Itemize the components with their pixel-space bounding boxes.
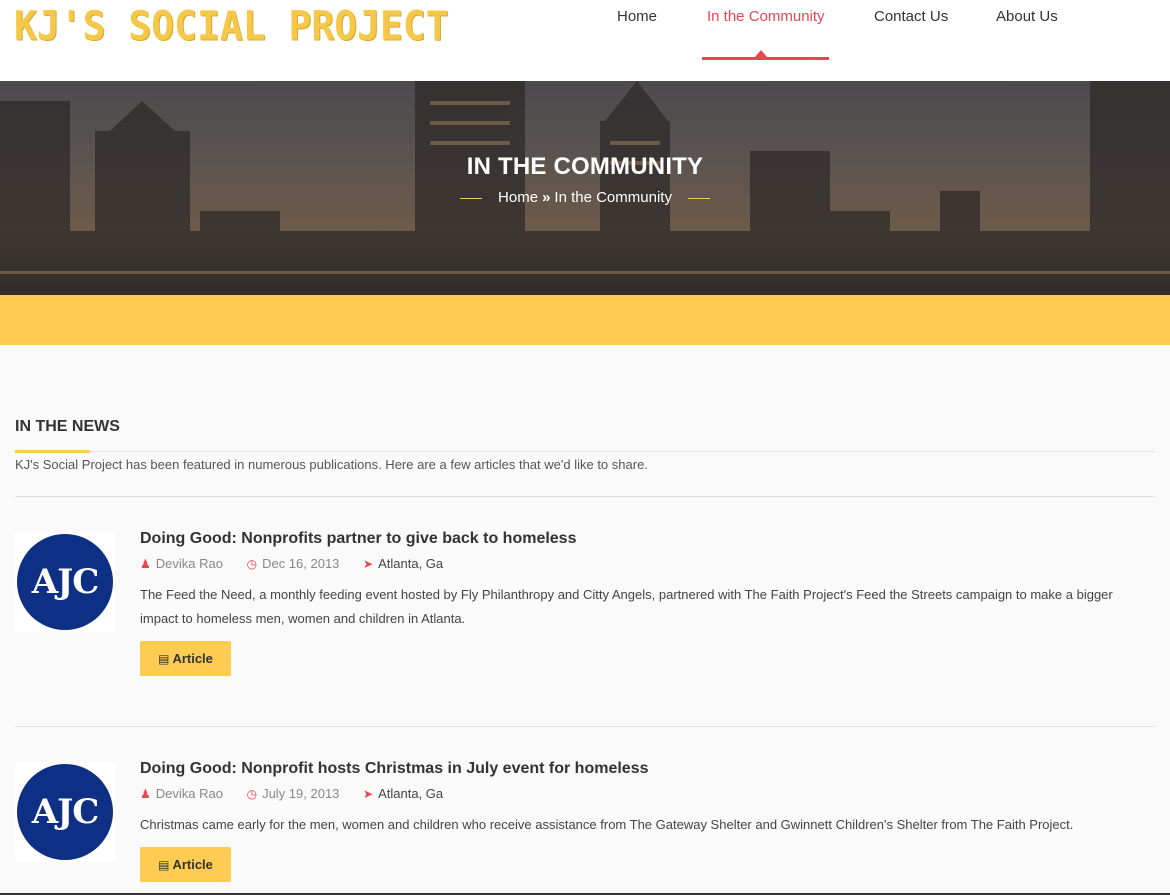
location-arrow-icon: ➤ (363, 787, 374, 801)
article-date: ◷ Dec 16, 2013 (247, 556, 340, 571)
article-item: AJC Doing Good: Nonprofits partner to gi… (15, 530, 1155, 680)
newspaper-icon: ▤ (158, 652, 170, 666)
page-title: IN THE COMMUNITY (466, 153, 704, 180)
location-arrow-icon: ➤ (363, 557, 374, 571)
section-title-accent (15, 450, 90, 453)
article-author: ♟ Devika Rao (140, 786, 223, 801)
breadcrumb-separator-icon: » (542, 189, 551, 206)
breadcrumb-current: In the Community (554, 189, 672, 206)
article-meta: ♟ Devika Rao ◷ Dec 16, 2013 ➤ Atlanta, Ga (140, 556, 463, 571)
publication-logo[interactable]: AJC (15, 762, 115, 862)
article-title[interactable]: Doing Good: Nonprofit hosts Christmas in… (140, 760, 649, 778)
ajc-logo: AJC (17, 534, 113, 630)
section-title-rule (15, 451, 1155, 452)
site-header: KJ'S SOCIAL PROJECT Home In the Communit… (0, 0, 1170, 81)
section-title: IN THE NEWS (15, 418, 120, 435)
article-author: ♟ Devika Rao (140, 556, 223, 571)
breadcrumb-right-rule (687, 197, 710, 199)
breadcrumb: Home» In the Community (0, 189, 1170, 206)
article-date: ◷ July 19, 2013 (247, 786, 340, 801)
clock-icon: ◷ (246, 557, 258, 571)
author-name: Devika Rao (155, 786, 223, 801)
article-item: AJC Doing Good: Nonprofit hosts Christma… (15, 760, 1155, 890)
article-button-label: Article (172, 651, 213, 666)
user-icon: ♟ (140, 787, 151, 801)
article-title[interactable]: Doing Good: Nonprofits partner to give b… (140, 530, 576, 548)
nav-item-contact-us[interactable]: Contact Us (874, 8, 948, 25)
breadcrumb-left-rule (460, 197, 483, 199)
newspaper-icon: ▤ (158, 858, 170, 872)
article-meta: ♟ Devika Rao ◷ July 19, 2013 ➤ Atlanta, Ga (140, 786, 463, 801)
yellow-band (0, 295, 1170, 345)
article-divider (15, 496, 1155, 497)
publication-logo[interactable]: AJC (15, 532, 115, 632)
active-nav-caret (755, 50, 767, 57)
city-skyline-background (0, 81, 1170, 295)
article-divider (15, 726, 1155, 727)
article-location: ➤ Atlanta, Ga (363, 556, 443, 571)
section-description: KJ's Social Project has been featured in… (15, 457, 648, 472)
location-text: Atlanta, Ga (378, 556, 444, 571)
active-nav-underline (702, 57, 829, 60)
nav-item-in-the-community[interactable]: In the Community (707, 8, 825, 25)
nav-item-about-us[interactable]: About Us (996, 8, 1058, 25)
nav-item-home[interactable]: Home (617, 8, 657, 25)
article-summary: Christmas came early for the men, women … (140, 817, 1074, 832)
site-logo[interactable]: KJ'S SOCIAL PROJECT (14, 3, 449, 49)
article-location: ➤ Atlanta, Ga (363, 786, 443, 801)
date-text: July 19, 2013 (262, 786, 340, 801)
breadcrumb-home-link[interactable]: Home (498, 189, 538, 206)
article-button-label: Article (172, 857, 213, 872)
ajc-logo: AJC (17, 764, 113, 860)
page-hero-banner: IN THE COMMUNITY Home» In the Community (0, 81, 1170, 295)
user-icon: ♟ (140, 557, 151, 571)
date-text: Dec 16, 2013 (262, 556, 340, 571)
article-button[interactable]: ▤ Article (140, 847, 231, 882)
article-summary: The Feed the Need, a monthly feeding eve… (140, 587, 1113, 626)
location-text: Atlanta, Ga (378, 786, 444, 801)
author-name: Devika Rao (155, 556, 223, 571)
article-button[interactable]: ▤ Article (140, 641, 231, 676)
clock-icon: ◷ (246, 787, 258, 801)
